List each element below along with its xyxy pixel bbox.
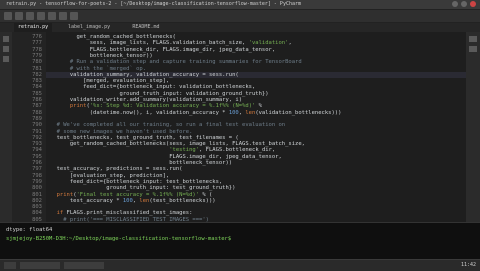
window-titlebar: retrain.py - tensorflow-for-poets-2 - [~… (0, 0, 480, 10)
run-icon[interactable] (59, 12, 67, 20)
taskbar-item-terminal[interactable] (64, 262, 104, 269)
clock: 11:42 (460, 262, 476, 268)
tab-0[interactable]: retrain.py (14, 23, 53, 32)
terminal-prompt-line: sjmjejoy-B250M-D3H:~/Desktop/image-class… (6, 236, 231, 243)
refresh-icon[interactable] (26, 12, 34, 20)
tab-1[interactable]: label_image.py (64, 23, 114, 32)
minimize-button[interactable] (452, 1, 458, 7)
debug-icon[interactable] (70, 12, 78, 20)
window-controls (452, 1, 476, 7)
project-icon[interactable] (3, 36, 9, 42)
open-icon[interactable] (4, 12, 12, 20)
code-editor[interactable]: get_random_cached_bottlenecks( sess, ima… (46, 32, 466, 222)
code-line: (datetime.now(), i, validation_accuracy … (50, 109, 342, 116)
terminal-output-line: dtype: float64 (6, 227, 53, 233)
window-title: retrain.py - tensorflow-for-poets-2 - [~… (6, 1, 302, 7)
close-button[interactable] (470, 1, 476, 7)
save-icon[interactable] (15, 12, 23, 20)
right-tool-strip (466, 32, 480, 222)
ide-toolbar (0, 10, 480, 23)
scview-icon[interactable] (469, 46, 477, 52)
os-taskbar: 11:42 (0, 259, 480, 271)
database-icon[interactable] (469, 36, 477, 42)
terminal-prompt: sjmjejoy-B250M-D3H:~/Desktop/image-class… (6, 236, 232, 242)
taskbar-item-pycharm[interactable] (20, 262, 60, 269)
redo-icon[interactable] (48, 12, 56, 20)
undo-icon[interactable] (37, 12, 45, 20)
code-line: test_accuracy * 100, len(test_bottleneck… (50, 197, 216, 204)
launcher-icon[interactable] (4, 262, 16, 269)
line-number-gutter: 776 777 778 779 780 781 782 783 784 785 786 787 788 7… (12, 32, 46, 229)
left-tool-strip (0, 32, 12, 222)
tab-2[interactable]: README.md (128, 23, 163, 32)
terminal-panel[interactable]: dtype: float64 sjmjejoy-B250M-D3H:~/Desk… (0, 222, 480, 260)
favorites-icon[interactable] (3, 56, 9, 62)
editor-tabs: retrain.py label_image.py README.md (0, 23, 480, 32)
structure-icon[interactable] (3, 46, 9, 52)
maximize-button[interactable] (461, 1, 467, 7)
